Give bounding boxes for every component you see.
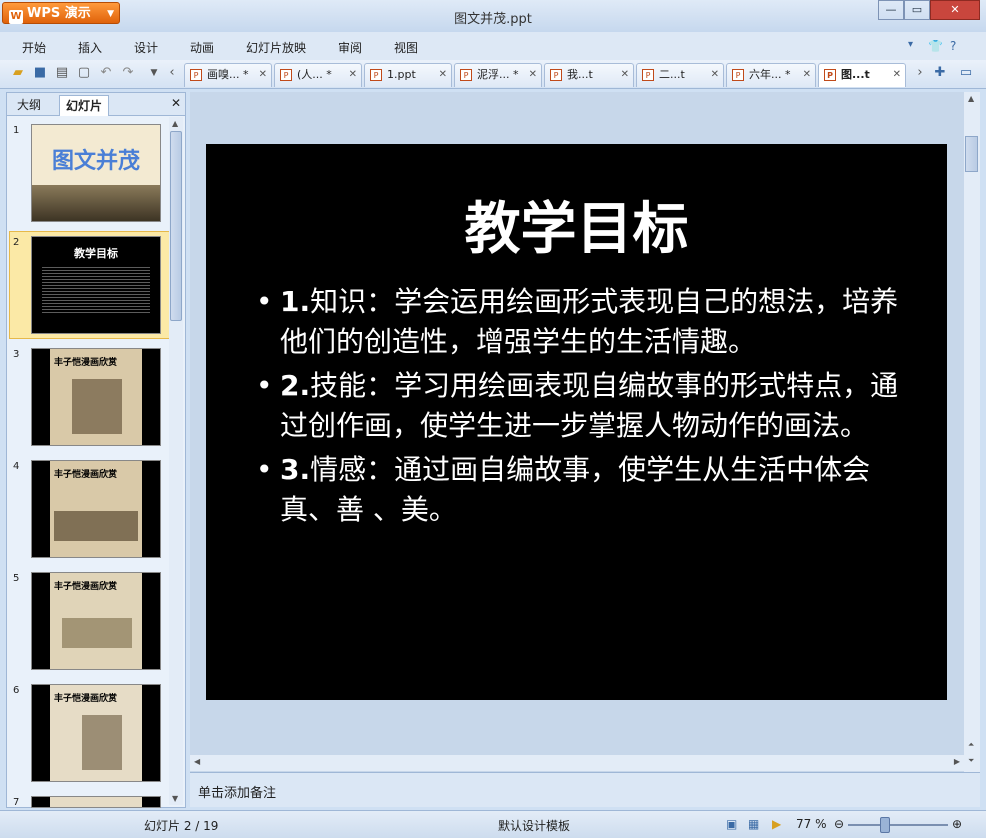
panel-tabs: 大纲 幻灯片 ✕ [7,93,185,116]
minimize-button[interactable]: — [878,0,904,20]
horizontal-scrollbar[interactable]: ◀ ▶ [190,755,964,771]
ppt-file-icon: P [732,69,744,81]
slide-title[interactable]: 教学目标 [206,184,947,265]
close-tab-icon[interactable]: ✕ [711,64,719,86]
close-tab-icon[interactable]: ✕ [803,64,811,86]
panel-scroll-thumb[interactable] [170,131,182,321]
quick-toolbar: ▰ ■ ▤ ▢ ↶ ↷ ▼ ‹ P 画嗅... * ✕ P (人... * ✕ P 1.p… [0,60,986,89]
ppt-file-icon: P [642,69,654,81]
menu-view[interactable]: 视图 [394,39,418,56]
slide-bullet: • 3.情感：通过画自编故事，使学生从生活中体会真、善 、美。 [256,453,871,526]
slide-thumbnail[interactable]: 3 丰子恺漫画欣赏 [7,345,169,451]
customize-toolbar-icon[interactable]: ▼ [146,65,162,81]
vertical-scroll-thumb[interactable] [965,136,978,172]
ppt-file-icon: P [824,69,836,81]
status-bar: 幻灯片 2 / 19 默认设计模板 ▣ ▦ ▶ 77 % ⊖ ⊕ [0,810,986,838]
close-panel-icon[interactable]: ✕ [171,96,181,110]
slide-thumbnail[interactable]: 7 [7,793,169,808]
close-tab-icon[interactable]: ✕ [259,64,267,86]
normal-view-icon[interactable]: ▣ [726,817,737,831]
doc-tab[interactable]: P 二...t ✕ [636,63,724,87]
doc-tab[interactable]: P (人... * ✕ [274,63,362,87]
vertical-scrollbar[interactable]: ▲ ⏶ ⏷ [964,92,980,772]
tab-outline[interactable]: 大纲 [11,95,47,115]
menu-bar: 开始 插入 设计 动画 幻灯片放映 审阅 视图 ▾ 👕 ? [0,32,986,60]
doc-tab[interactable]: P 画嗅... * ✕ [184,63,272,87]
notes-pane[interactable]: 单击添加备注 [190,772,980,807]
menu-review[interactable]: 审阅 [338,39,362,56]
skin-icon[interactable]: 👕 [928,39,943,53]
open-icon[interactable]: ▰ [10,65,26,81]
slide-thumbnail[interactable]: 4 丰子恺漫画欣赏 [7,457,169,563]
tab-list-icon[interactable]: ▭ [958,65,974,81]
zoom-level: 77 % [796,817,827,831]
menu-slideshow[interactable]: 幻灯片放映 [246,39,306,56]
next-slide-icon[interactable]: ⏷ [968,756,974,766]
menu-design[interactable]: 设计 [134,39,158,56]
save-icon[interactable]: ■ [32,65,48,81]
slide-thumbnail-panel: 大纲 幻灯片 ✕ 1 图文并茂 2 教学目标 3 丰子恺漫画欣赏 4 丰子恺漫画… [6,92,186,808]
scroll-up-icon[interactable]: ▲ [172,119,178,128]
close-tab-icon[interactable]: ✕ [893,64,901,86]
ppt-file-icon: P [370,69,382,81]
doc-tab[interactable]: P 我...t ✕ [544,63,634,87]
slide-body[interactable]: • 1.知识：学会运用绘画形式表现自己的想法，培养他们的创造性，增强学生的生活情趣… [256,282,916,534]
ppt-file-icon: P [460,69,472,81]
tab-scroll-right-icon[interactable]: › [912,65,928,81]
scroll-left-icon[interactable]: ◀ [194,757,200,766]
help-icon[interactable]: ? [950,39,956,53]
slide-thumb-title: 图文并茂 [51,149,140,174]
close-tab-icon[interactable]: ✕ [529,64,537,86]
close-tab-icon[interactable]: ✕ [349,64,357,86]
window-title: 图文并茂.ppt [454,12,532,27]
slide-thumbnail[interactable]: 6 丰子恺漫画欣赏 [7,681,169,787]
redo-icon[interactable]: ↷ [120,65,136,81]
doc-tab[interactable]: P 1.ppt ✕ [364,63,452,87]
slide-counter: 幻灯片 2 / 19 [144,819,219,833]
tab-scroll-left-icon[interactable]: ‹ [164,65,180,81]
close-tab-icon[interactable]: ✕ [621,64,629,86]
menu-home[interactable]: 开始 [22,39,46,56]
scroll-up-icon[interactable]: ▲ [968,94,974,103]
zoom-slider-handle[interactable] [880,817,890,833]
slide-thumbnail[interactable]: 2 教学目标 [7,233,169,339]
panel-scrollbar[interactable]: ▲ ▼ [169,117,183,805]
slide-thumbnail[interactable]: 5 丰子恺漫画欣赏 [7,569,169,675]
tab-slides[interactable]: 幻灯片 [59,95,110,116]
print-icon[interactable]: ▤ [54,65,70,81]
new-tab-icon[interactable]: ✚ [932,65,948,81]
title-bar: W WPS 演示 ▼ 图文并茂.ppt — ▭ ✕ [0,0,986,33]
slide-thumb-title: 教学目标 [74,247,118,260]
slide-sorter-icon[interactable]: ▦ [748,817,759,831]
menu-insert[interactable]: 插入 [78,39,102,56]
prev-slide-icon[interactable]: ⏶ [968,740,974,750]
slide-thumbnail[interactable]: 1 图文并茂 [7,121,169,227]
menu-animation[interactable]: 动画 [190,39,214,56]
doc-tab[interactable]: P 泥浮... * ✕ [454,63,542,87]
notes-placeholder[interactable]: 单击添加备注 [198,782,276,801]
zoom-slider-track[interactable] [848,824,948,826]
template-name: 默认设计模板 [498,819,571,833]
ribbon-collapse-icon[interactable]: ▾ [908,39,913,50]
doc-tab-active[interactable]: P 图...t ✕ [818,63,906,87]
doc-tab[interactable]: P 六年... * ✕ [726,63,816,87]
ppt-file-icon: P [280,69,292,81]
maximize-button[interactable]: ▭ [904,0,930,20]
slide-bullet: • 1.知识：学会运用绘画形式表现自己的想法，培养他们的创造性，增强学生的生活情趣… [256,285,899,358]
zoom-in-icon[interactable]: ⊕ [952,817,962,831]
current-slide[interactable]: 教学目标 • 1.知识：学会运用绘画形式表现自己的想法，培养他们的创造性，增强学生… [206,144,947,700]
close-button[interactable]: ✕ [930,0,980,20]
slideshow-icon[interactable]: ▶ [772,817,781,831]
scroll-down-icon[interactable]: ▼ [172,794,178,803]
zoom-out-icon[interactable]: ⊖ [834,817,844,831]
ppt-file-icon: P [190,69,202,81]
undo-icon[interactable]: ↶ [98,65,114,81]
ppt-file-icon: P [550,69,562,81]
slide-bullet: • 2.技能：学习用绘画表现自编故事的形式特点，通过创作画，使学生进一步掌握人物动… [256,369,899,442]
print-preview-icon[interactable]: ▢ [76,65,92,81]
close-tab-icon[interactable]: ✕ [439,64,447,86]
scroll-right-icon[interactable]: ▶ [954,757,960,766]
